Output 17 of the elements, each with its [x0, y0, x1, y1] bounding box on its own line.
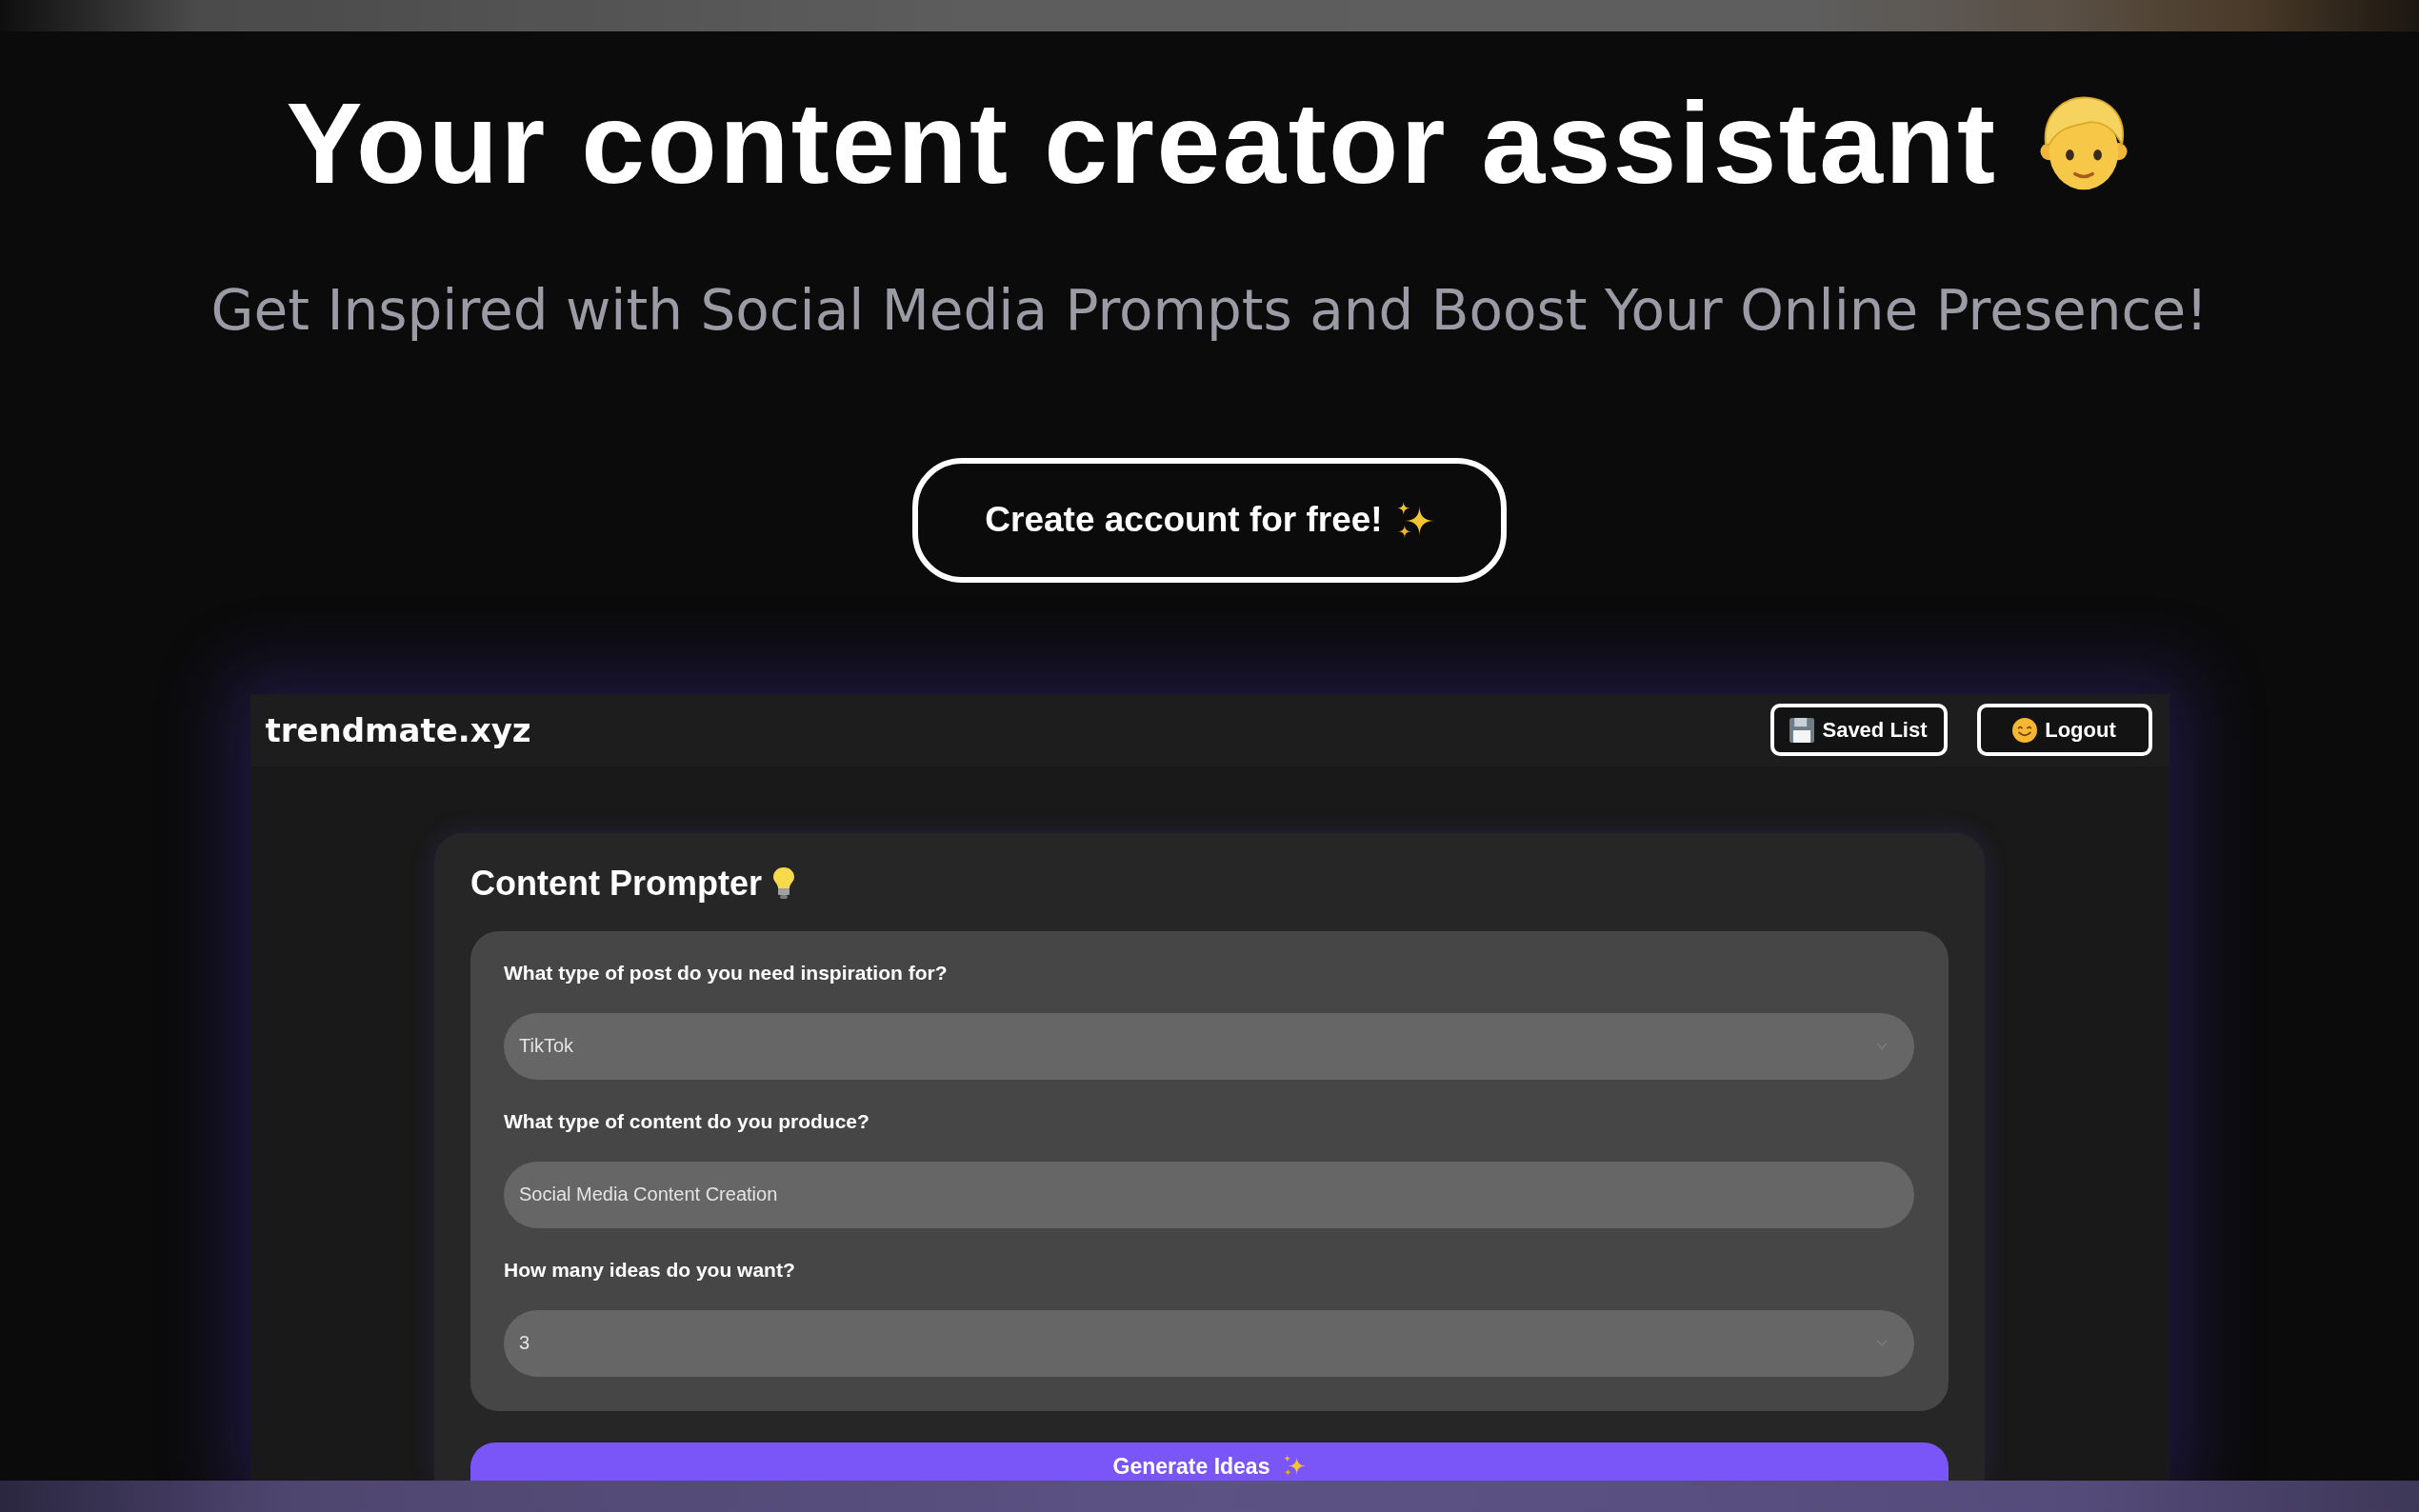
- site-logo: trendmate.xyz: [265, 710, 531, 749]
- generate-ideas-button[interactable]: Generate Ideas: [470, 1442, 1949, 1481]
- field-label: What type of content do you produce?: [504, 1109, 870, 1133]
- hero-title: Your content creator assistant: [286, 80, 1998, 206]
- sparkles-icon: [1283, 1453, 1307, 1477]
- card-title: Content Prompter: [470, 863, 762, 904]
- dropdown-field[interactable]: TikTok: [504, 1012, 1914, 1080]
- lightbulb-icon: [773, 867, 794, 900]
- create-account-button[interactable]: Create account for free!: [912, 457, 1507, 583]
- text-input-field[interactable]: Social Media Content Creation: [504, 1161, 1914, 1228]
- logout-button[interactable]: Logout: [1976, 704, 2152, 757]
- hero-subtitle: Get Inspired with Social Media Prompts and Boost Your Online Presence!: [210, 278, 2209, 345]
- saved-list-button[interactable]: Saved List: [1769, 704, 1948, 757]
- dropdown-field[interactable]: 3: [504, 1309, 1914, 1377]
- field-label: What type of post do you need inspiration for?: [504, 961, 949, 985]
- field-label: How many ideas do you want?: [504, 1258, 796, 1282]
- smiley-icon: [2012, 717, 2038, 743]
